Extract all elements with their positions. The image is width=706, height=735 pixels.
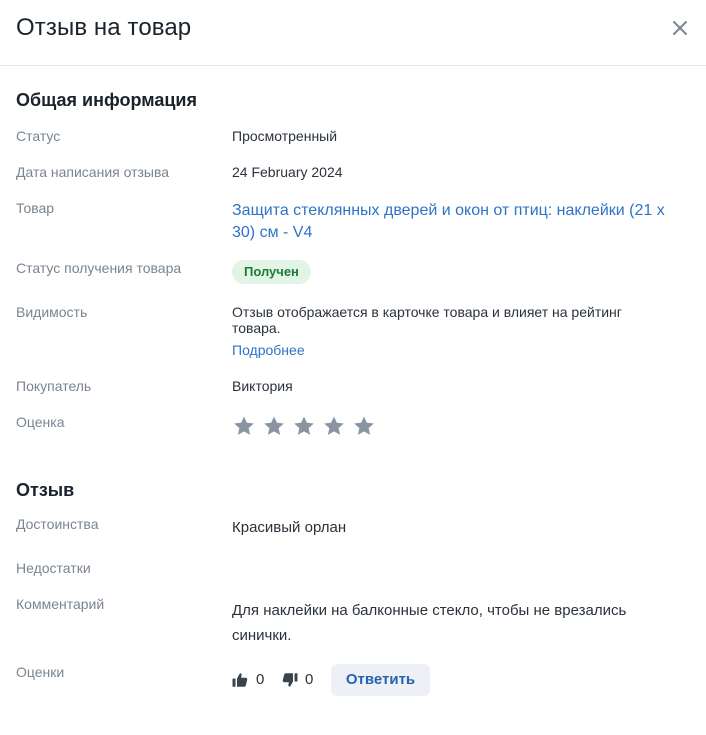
visibility-text: Отзыв отображается в карточке товара и в…	[232, 304, 622, 336]
star-icon	[264, 416, 284, 435]
dislikes-count: 0	[305, 671, 314, 688]
status-label: Статус	[16, 128, 61, 144]
star-icon	[324, 416, 344, 435]
product-link[interactable]: Защита стеклянных дверей и окон от птиц:…	[232, 200, 692, 244]
rating-label: Оценка	[16, 414, 65, 430]
thumbs-down-icon[interactable]	[281, 671, 299, 689]
rating-stars	[232, 414, 376, 438]
receipt-status-label: Статус получения товара	[16, 260, 182, 276]
star-icon	[354, 416, 374, 435]
dialog-title: Отзыв на товар	[16, 14, 192, 41]
cons-label: Недостатки	[16, 560, 91, 576]
buyer-name: Виктория	[232, 378, 293, 394]
star-icon	[294, 416, 314, 435]
star-icon	[234, 416, 254, 435]
review-heading: Отзыв	[16, 480, 75, 500]
receipt-status-badge: Получен	[232, 260, 311, 284]
comment-text: Для наклейки на балконные стекло, чтобы …	[232, 602, 627, 644]
comment-label: Комментарий	[16, 596, 105, 612]
close-icon[interactable]	[668, 16, 692, 40]
pros-label: Достоинства	[16, 516, 99, 532]
visibility-label: Видимость	[16, 304, 88, 320]
reply-button[interactable]: Ответить	[331, 664, 430, 696]
likes-count: 0	[256, 671, 265, 688]
review-date-label: Дата написания отзыва	[16, 164, 170, 180]
pros-value: Красивый орлан	[232, 519, 347, 536]
buyer-label: Покупатель	[16, 378, 92, 394]
thumbs-up-icon[interactable]	[231, 671, 249, 689]
dialog-header: Отзыв на товар	[0, 0, 706, 66]
general-info-heading: Общая информация	[16, 90, 197, 110]
votes-label: Оценки	[16, 664, 65, 680]
review-date-value: 24 February 2024	[232, 164, 343, 180]
product-label: Товар	[16, 200, 55, 216]
more-info-link[interactable]: Подробнее	[232, 342, 305, 358]
status-value: Просмотренный	[232, 128, 338, 144]
